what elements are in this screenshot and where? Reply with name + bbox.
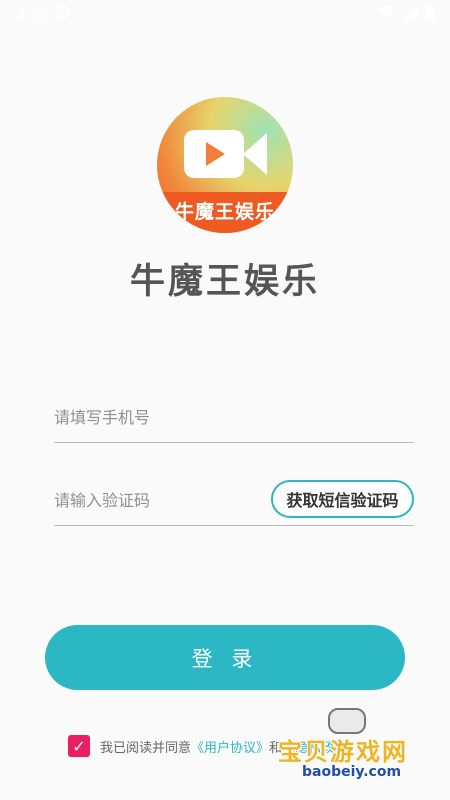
- verification-code-input[interactable]: [54, 480, 254, 521]
- agreement-checkbox[interactable]: ✓: [68, 735, 90, 757]
- signal-icon: [403, 5, 417, 23]
- app-logo: 牛魔王娱乐: [157, 97, 293, 233]
- gamepad-icon: [328, 708, 366, 734]
- status-bar: 2:35: [0, 0, 450, 28]
- logo-text: 牛魔王娱乐: [174, 201, 275, 223]
- privacy-policy-link[interactable]: 《隐私政策》: [282, 737, 360, 756]
- wifi-icon: [379, 5, 395, 23]
- user-agreement-link[interactable]: 《用户协议》: [191, 737, 269, 756]
- login-button[interactable]: 登 录: [45, 625, 405, 690]
- agreement-conjunction: 和: [269, 740, 283, 756]
- settings-icon: [56, 5, 70, 23]
- checkmark-icon: ✓: [72, 736, 86, 756]
- play-icon: [206, 142, 225, 166]
- status-right: [379, 4, 434, 24]
- video-camera-icon: [184, 130, 244, 178]
- phone-input[interactable]: [54, 397, 254, 438]
- verification-code-field: 获取短信验证码: [54, 476, 414, 526]
- battery-icon: [425, 4, 434, 24]
- agreement-prefix: 我已阅读并同意: [100, 740, 192, 756]
- camera-lens-shape: [243, 133, 267, 175]
- status-left: 2:35: [16, 5, 70, 23]
- watermark-url: baobeiy.com: [302, 764, 402, 780]
- get-sms-code-button[interactable]: 获取短信验证码: [271, 480, 414, 518]
- status-time: 2:35: [16, 5, 50, 23]
- agreement-row: ✓ 我已阅读并同意 《用户协议》 和 《隐私政策》: [68, 734, 360, 758]
- phone-field: [54, 393, 414, 443]
- app-title: 牛魔王娱乐: [129, 262, 320, 302]
